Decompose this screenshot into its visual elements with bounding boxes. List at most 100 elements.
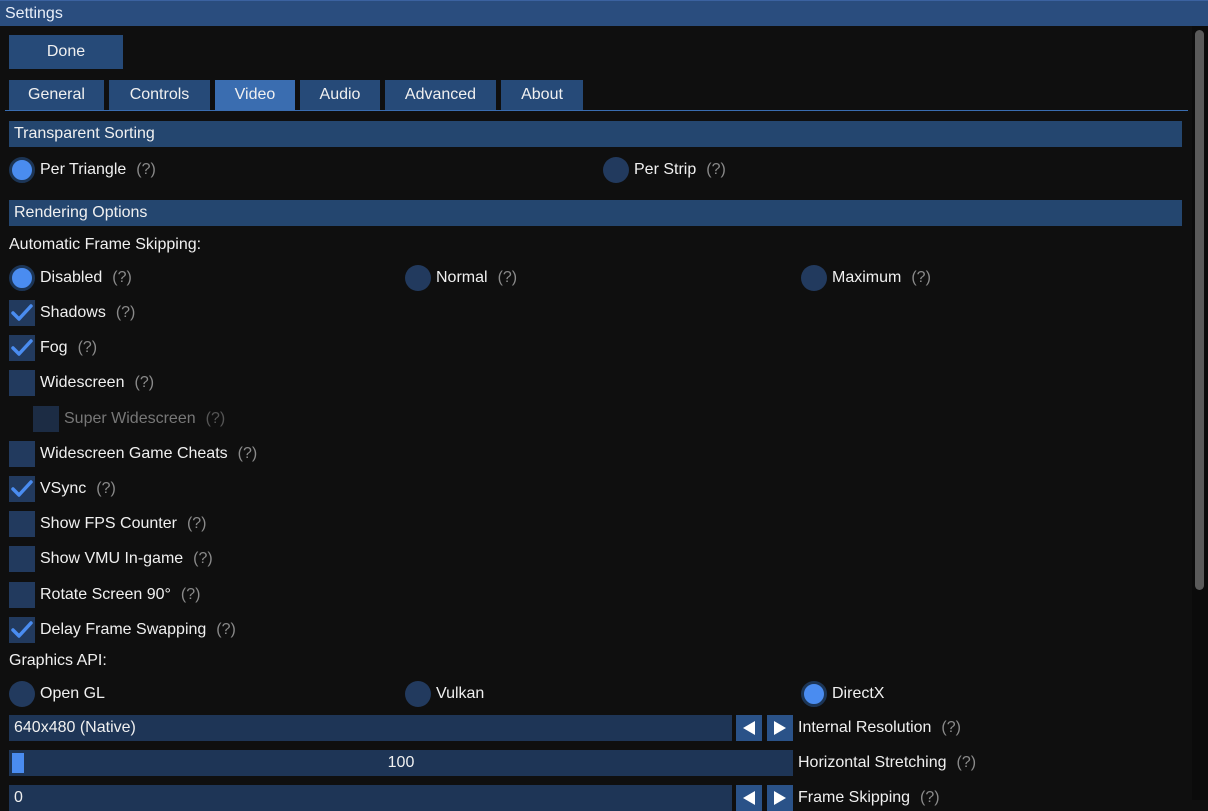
radio-frameskip-normal[interactable]: Normal (?) <box>405 265 517 291</box>
checkbox-label: Show VMU In-game <box>40 550 184 567</box>
radio-per-strip[interactable]: Per Strip (?) <box>603 157 726 183</box>
radio-unselected-icon <box>801 265 827 291</box>
frame-skipping-label: Frame Skipping (?) <box>798 785 940 811</box>
checkmark-icon <box>11 339 33 356</box>
checkbox-checked-icon <box>9 617 35 643</box>
checkbox-label: Super Widescreen <box>64 410 196 427</box>
checkbox-label: Delay Frame Swapping <box>40 621 207 638</box>
radio-label: Disabled <box>40 269 103 286</box>
tab-about[interactable]: About <box>501 80 583 110</box>
tab-general[interactable]: General <box>9 80 104 110</box>
help-icon[interactable]: (?) <box>187 515 207 533</box>
window-title: Settings <box>5 5 63 22</box>
checkbox-unchecked-icon <box>9 582 35 608</box>
radio-frameskip-disabled[interactable]: Disabled (?) <box>9 265 132 291</box>
checkbox-super-widescreen[interactable]: Super Widescreen (?) <box>33 406 225 432</box>
help-icon[interactable]: (?) <box>96 480 116 498</box>
tab-video[interactable]: Video <box>215 80 295 110</box>
radio-label: Maximum <box>832 269 902 286</box>
settings-content: Done General Controls Video Audio Advanc… <box>0 26 1190 811</box>
radio-unselected-icon <box>9 681 35 707</box>
done-button[interactable]: Done <box>9 35 123 69</box>
checkbox-checked-icon <box>9 476 35 502</box>
help-icon[interactable]: (?) <box>957 754 977 771</box>
help-icon[interactable]: (?) <box>136 161 156 179</box>
help-icon[interactable]: (?) <box>920 789 940 806</box>
checkmark-icon <box>11 621 33 638</box>
checkbox-unchecked-icon <box>33 406 59 432</box>
help-icon[interactable]: (?) <box>206 410 226 428</box>
arrow-right-icon <box>774 791 786 805</box>
horizontal-stretching-text: Horizontal Stretching <box>798 754 947 771</box>
checkbox-label: VSync <box>40 480 87 497</box>
frame-skipping-prev-button[interactable] <box>736 785 762 811</box>
section-header-transparent-sorting: Transparent Sorting <box>9 121 1182 147</box>
vertical-scrollbar[interactable] <box>1192 26 1208 800</box>
arrow-left-icon <box>743 791 755 805</box>
radio-selected-icon <box>801 681 827 707</box>
checkbox-widescreen-game-cheats[interactable]: Widescreen Game Cheats (?) <box>9 441 257 467</box>
radio-api-vulkan[interactable]: Vulkan <box>405 681 484 707</box>
checkmark-icon <box>11 304 33 321</box>
radio-label: Per Strip <box>634 161 697 178</box>
help-icon[interactable]: (?) <box>498 269 518 287</box>
checkbox-checked-icon <box>9 335 35 361</box>
radio-label: Normal <box>436 269 488 286</box>
checkbox-fog[interactable]: Fog (?) <box>9 335 97 361</box>
radio-api-opengl[interactable]: Open GL <box>9 681 105 707</box>
checkbox-label: Rotate Screen 90° <box>40 586 171 603</box>
internal-resolution-text: Internal Resolution <box>798 719 932 736</box>
checkbox-unchecked-icon <box>9 546 35 572</box>
checkbox-unchecked-icon <box>9 441 35 467</box>
help-icon[interactable]: (?) <box>911 269 931 287</box>
checkbox-show-fps-counter[interactable]: Show FPS Counter (?) <box>9 511 207 537</box>
help-icon[interactable]: (?) <box>78 339 98 357</box>
slider-value: 100 <box>387 754 415 771</box>
checkbox-show-vmu-in-game[interactable]: Show VMU In-game (?) <box>9 546 213 572</box>
help-icon[interactable]: (?) <box>116 304 136 322</box>
checkbox-vsync[interactable]: VSync (?) <box>9 476 116 502</box>
section-header-rendering-options: Rendering Options <box>9 200 1182 226</box>
help-icon[interactable]: (?) <box>216 621 236 639</box>
help-icon[interactable]: (?) <box>181 586 201 604</box>
checkbox-unchecked-icon <box>9 370 35 396</box>
checkbox-widescreen[interactable]: Widescreen (?) <box>9 370 154 396</box>
radio-label: Per Triangle <box>40 161 127 178</box>
checkmark-icon <box>11 480 33 497</box>
radio-api-directx[interactable]: DirectX <box>801 681 884 707</box>
internal-resolution-value[interactable]: 640x480 (Native) <box>9 715 732 741</box>
checkbox-label: Widescreen Game Cheats <box>40 445 228 462</box>
arrow-left-icon <box>743 721 755 735</box>
tab-audio[interactable]: Audio <box>300 80 380 110</box>
scrollbar-thumb[interactable] <box>1195 30 1204 590</box>
frame-skipping-next-button[interactable] <box>767 785 793 811</box>
radio-unselected-icon <box>405 681 431 707</box>
horizontal-stretching-slider[interactable]: 100 <box>9 750 793 776</box>
help-icon[interactable]: (?) <box>238 445 258 463</box>
tab-advanced[interactable]: Advanced <box>385 80 496 110</box>
help-icon[interactable]: (?) <box>941 719 961 736</box>
checkbox-delay-frame-swapping[interactable]: Delay Frame Swapping (?) <box>9 617 236 643</box>
radio-selected-icon <box>9 265 35 291</box>
tab-controls[interactable]: Controls <box>109 80 210 110</box>
checkbox-label: Shadows <box>40 304 106 321</box>
window-titlebar: Settings <box>0 0 1208 26</box>
radio-unselected-icon <box>405 265 431 291</box>
radio-unselected-icon <box>603 157 629 183</box>
radio-selected-icon <box>9 157 35 183</box>
horizontal-stretching-label: Horizontal Stretching (?) <box>798 750 976 776</box>
frame-skipping-value[interactable]: 0 <box>9 785 732 811</box>
radio-per-triangle[interactable]: Per Triangle (?) <box>9 157 156 183</box>
checkbox-rotate-screen-90[interactable]: Rotate Screen 90° (?) <box>9 582 200 608</box>
internal-resolution-prev-button[interactable] <box>736 715 762 741</box>
help-icon[interactable]: (?) <box>112 269 132 287</box>
checkbox-label: Show FPS Counter <box>40 515 177 532</box>
checkbox-label: Widescreen <box>40 374 125 391</box>
help-icon[interactable]: (?) <box>706 161 726 179</box>
help-icon[interactable]: (?) <box>134 374 154 392</box>
checkbox-shadows[interactable]: Shadows (?) <box>9 300 135 326</box>
internal-resolution-next-button[interactable] <box>767 715 793 741</box>
radio-frameskip-maximum[interactable]: Maximum (?) <box>801 265 931 291</box>
arrow-right-icon <box>774 721 786 735</box>
help-icon[interactable]: (?) <box>193 550 213 568</box>
